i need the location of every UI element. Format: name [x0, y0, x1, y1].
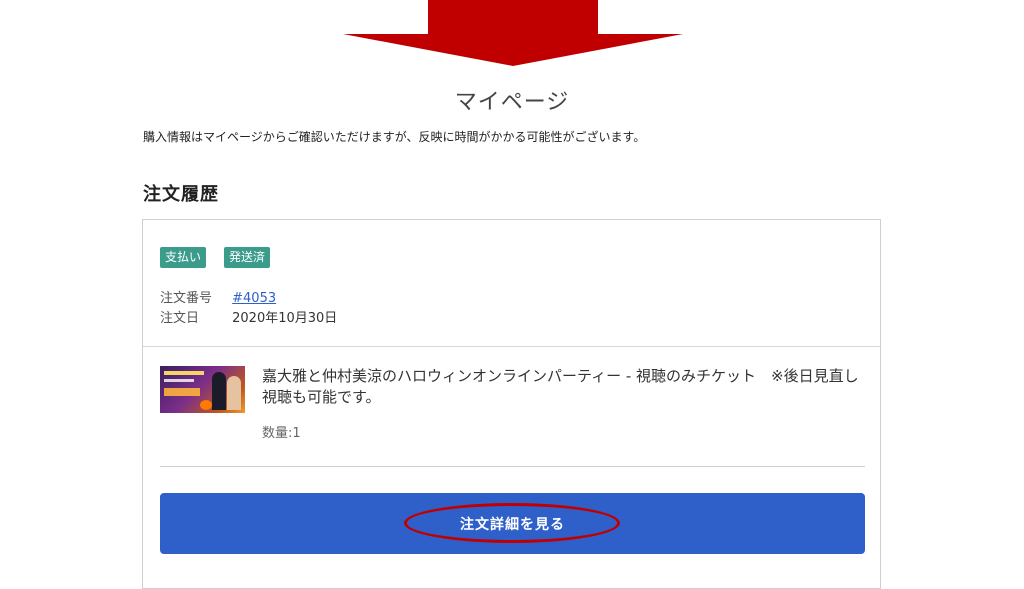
order-number-row: 注文番号 #4053 [160, 287, 276, 306]
order-date-label: 注文日 [160, 311, 200, 326]
view-order-details-label: 注文詳細を見る [460, 516, 565, 533]
payment-status-badge: 支払い [160, 247, 207, 268]
order-card: 支払い 発送済 注文番号 #4053 注文日 2020年10月30日 嘉大雅と仲… [142, 219, 881, 589]
item-quantity: 数量:1 [262, 426, 301, 441]
page-title: マイページ [454, 90, 570, 115]
event-banner-image [160, 366, 245, 413]
order-summary: 支払い 発送済 注文番号 #4053 注文日 2020年10月30日 [143, 220, 880, 347]
view-order-details-button[interactable]: 注文詳細を見る [160, 493, 865, 554]
item-title: 嘉大雅と仲村美涼のハロウィンオンラインパーティー - 視聴のみチケット ※後日見… [262, 367, 859, 406]
down-arrow-annotation [343, 0, 683, 66]
order-date-value: 2020年10月30日 [232, 311, 338, 326]
order-number-link[interactable]: #4053 [232, 291, 276, 306]
order-line-item: 嘉大雅と仲村美涼のハロウィンオンラインパーティー - 視聴のみチケット ※後日見… [160, 366, 865, 466]
purchase-info-notice: 購入情報はマイページからご確認いただけますが、反映に時間がかかる可能性がございま… [143, 130, 646, 144]
divider [160, 466, 865, 467]
shipping-status-badge: 発送済 [224, 247, 271, 268]
order-history-heading: 注文履歴 [143, 184, 219, 205]
order-number-label: 注文番号 [160, 291, 213, 306]
order-date-row: 注文日 2020年10月30日 [160, 307, 337, 326]
